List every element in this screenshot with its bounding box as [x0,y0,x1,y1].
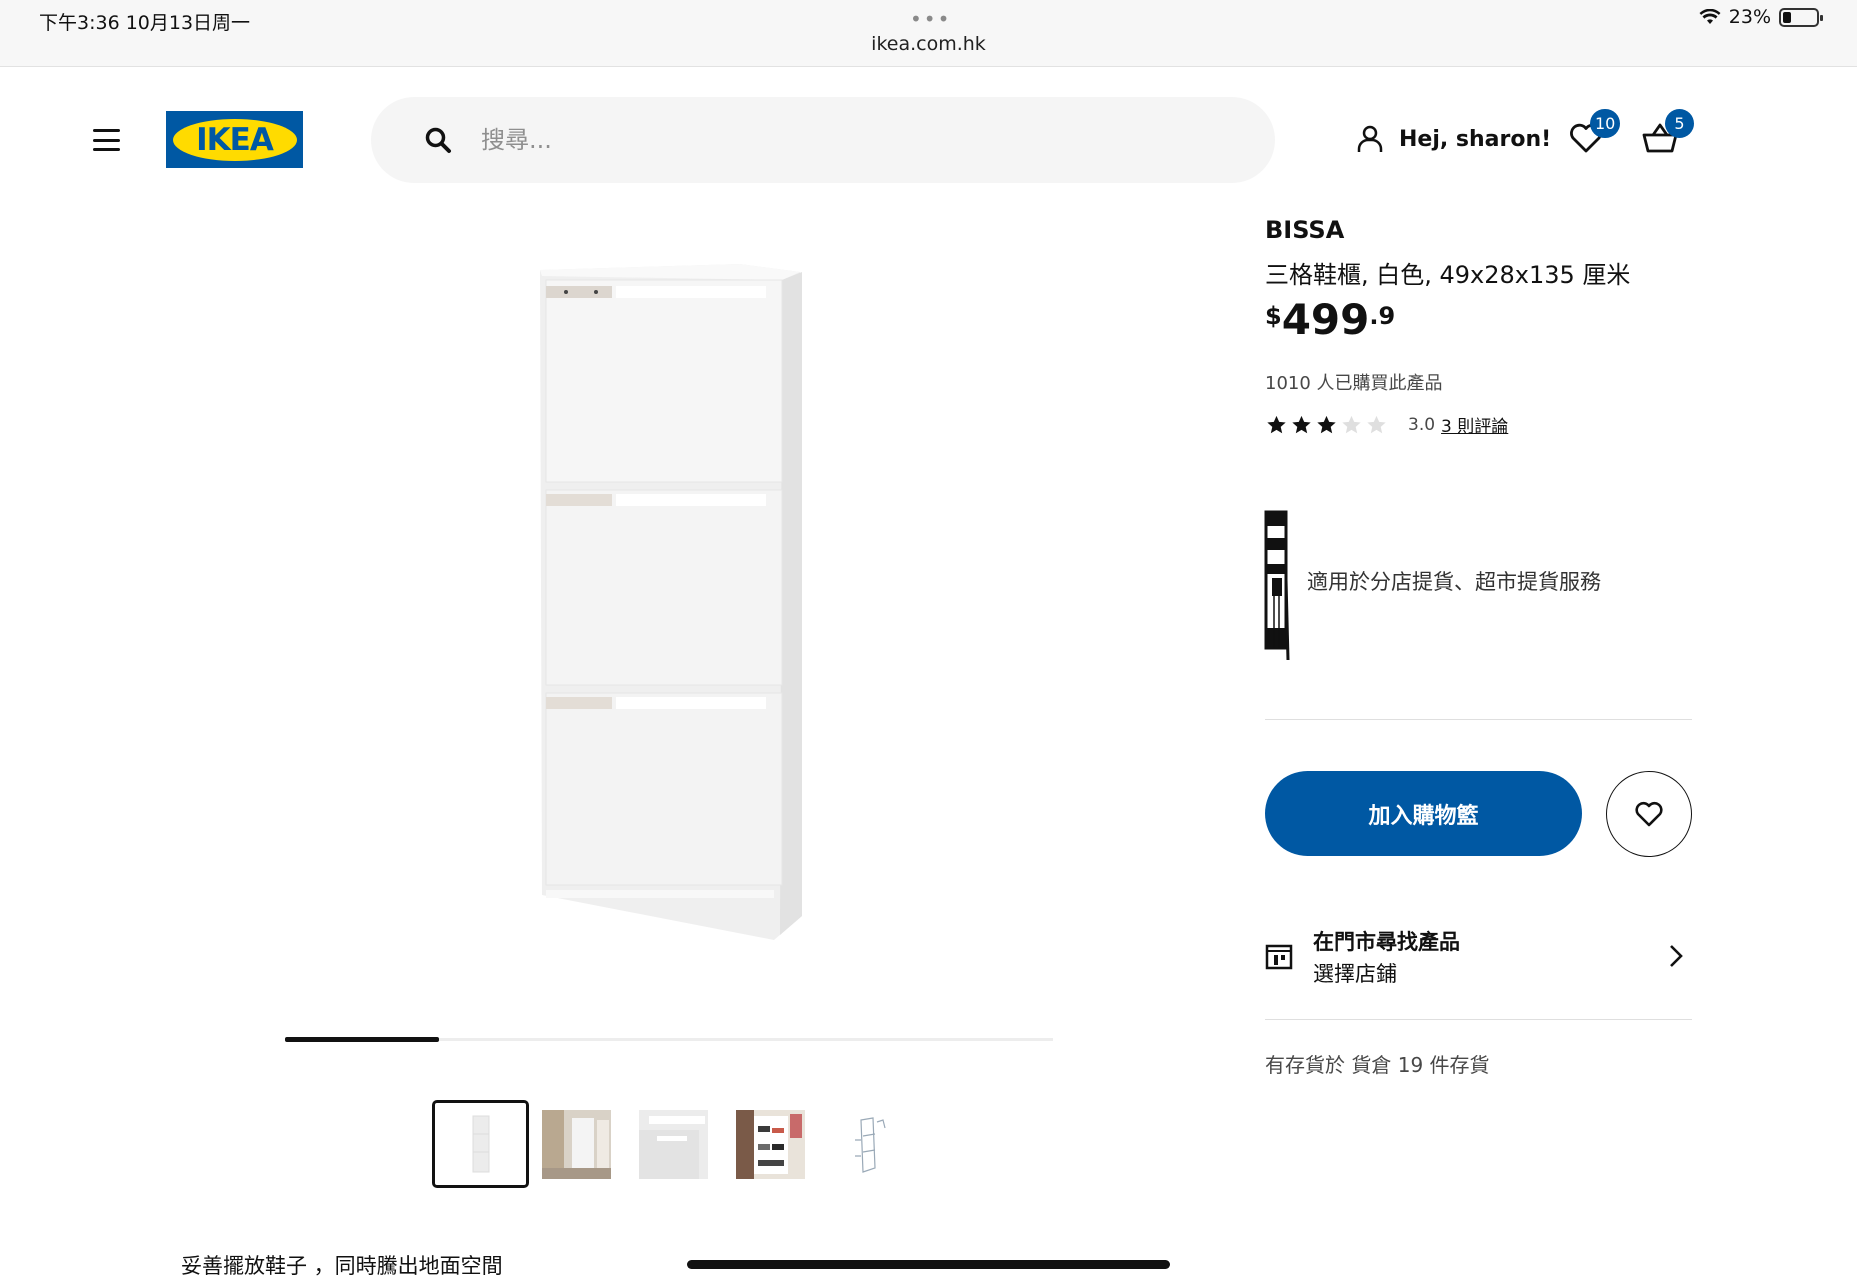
account-greeting: Hej, sharon! [1399,126,1552,152]
address-bar-url[interactable]: ikea.com.hk [0,33,1857,55]
rating-row: 3.0 3 則評論 [1265,412,1508,437]
wishlist-button[interactable]: 10 [1568,109,1621,160]
store-icon [1265,944,1293,970]
pickup-service-icon [1264,510,1290,661]
product-price: $ 499 .9 [1265,294,1395,346]
thumb-product-front-image [446,1109,515,1179]
product-name: BISSA [1265,216,1345,244]
status-time: 下午3:36 10月13日周一 [39,12,251,34]
search-icon[interactable] [424,126,452,154]
add-to-cart-button[interactable]: 加入購物籃 [1265,771,1582,856]
star-filled-icon [1292,415,1311,433]
thumb-hallway-scene[interactable] [528,1100,625,1188]
purchase-count: 1010 人已購買此產品 [1265,373,1443,394]
user-icon [1357,125,1383,152]
store-subtitle: 選擇店鋪 [1313,962,1397,986]
pickup-availability-text: 適用於分店提貨、超市提貨服務 [1307,570,1601,594]
wishlist-count-badge: 10 [1590,109,1621,138]
price-currency: $ [1265,302,1282,330]
thumb-product-front[interactable] [432,1100,529,1188]
star-filled-icon [1267,415,1286,433]
ikea-logo[interactable]: IKEA [166,111,303,168]
search-bar[interactable] [371,97,1275,183]
thumb-assembly-drawing-image [833,1109,902,1179]
thumb-hallway-scene-image [542,1109,611,1179]
rating-stars [1265,414,1388,436]
gallery-progress-track [285,1037,1053,1042]
product-image-shoe-cabinet[interactable] [520,250,820,940]
status-bar: 下午3:36 10月13日周一 ••• ikea.com.hk 23% [0,0,1857,67]
thumb-shoes-inside[interactable] [722,1100,819,1188]
product-tagline: 妥善擺放鞋子 ，同時騰出地面空間 [181,1254,503,1278]
cart-button[interactable]: 5 [1641,109,1694,160]
cart-count-badge: 5 [1665,109,1694,138]
gallery-progress-fill [285,1037,439,1042]
store-title: 在門市尋找產品 [1313,930,1460,954]
thumb-shoes-inside-image [736,1109,805,1179]
star-filled-icon [1317,415,1336,433]
product-description: 三格鞋櫃, 白色, 49x28x135 厘米 [1265,261,1631,289]
star-empty-icon [1342,415,1361,433]
wifi-icon [1699,9,1721,24]
status-right-group: 23% [1699,6,1823,28]
star-empty-icon [1367,415,1386,433]
thumb-detail-closeup[interactable] [625,1100,722,1188]
divider [1265,719,1692,720]
account-button[interactable]: Hej, sharon! [1355,124,1551,154]
divider [1265,1019,1692,1020]
thumb-assembly-drawing[interactable] [819,1100,916,1188]
battery-icon [1779,7,1823,27]
thumb-detail-closeup-image [639,1109,708,1179]
home-indicator[interactable] [687,1260,1170,1269]
battery-percent: 23% [1728,6,1771,28]
stock-availability: 有存貨於 貨倉 19 件存貨 [1265,1053,1490,1077]
browser-menu-dots[interactable]: ••• [910,7,951,31]
chevron-right-icon [1670,945,1683,967]
add-to-wishlist-button[interactable] [1606,771,1692,857]
price-integer: 499 [1281,295,1370,344]
find-in-store-row[interactable]: 在門市尋找產品 選擇店鋪 [1265,920,1692,992]
heart-outline-icon [1635,801,1663,827]
price-decimal: .9 [1369,302,1396,330]
menu-hamburger-icon[interactable] [93,129,120,151]
search-input[interactable] [481,119,1221,161]
logo-text: IKEA [196,121,274,158]
reviews-link[interactable]: 3 則評論 [1441,412,1508,437]
rating-score: 3.0 [1408,414,1436,435]
